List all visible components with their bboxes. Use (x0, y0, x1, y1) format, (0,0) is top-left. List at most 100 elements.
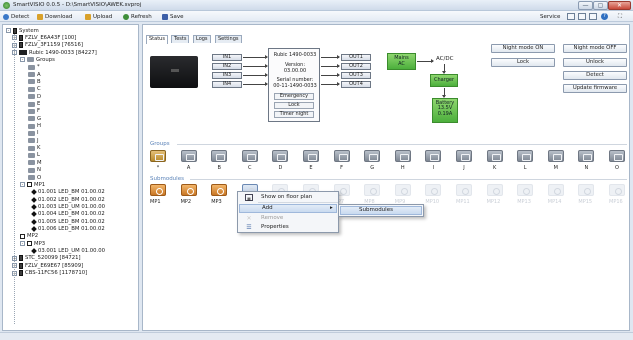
detect-toolbar-button[interactable]: Detect (3, 13, 29, 21)
submodule-button-mp3[interactable] (211, 184, 228, 196)
download-toolbar-button[interactable]: Download (37, 13, 72, 21)
layout-split-icon[interactable] (578, 13, 586, 20)
submodule-button-mp12[interactable] (486, 184, 503, 196)
collapse-icon[interactable]: - (20, 57, 25, 63)
remove-item[interactable]: ✕ Remove (239, 214, 337, 223)
tree-node-c[interactable]: C (28, 86, 41, 93)
upload-toolbar-button[interactable]: Upload (85, 13, 112, 21)
collapse-icon[interactable]: - (20, 241, 25, 247)
tab-settings[interactable]: Settings (215, 35, 242, 43)
tab-status[interactable]: Status (146, 35, 168, 44)
refresh-toolbar-button[interactable]: Refresh (123, 13, 152, 21)
submodule-button-mp15[interactable] (578, 184, 595, 196)
tree-node-rubic-1490-0033-84227[interactable]: - Rubic 1490-0033 [84227] (12, 49, 97, 56)
tree-node-mp3[interactable]: - MP3 (20, 240, 45, 247)
tree-node-star[interactable]: * (28, 64, 40, 71)
tree-node-stc-520099-84721[interactable]: + STC_520099 [84721] (12, 255, 81, 262)
update-firmware-button[interactable]: Update firmware (563, 84, 627, 93)
tree-node-f[interactable]: F (28, 108, 40, 115)
tab-tests[interactable]: Tests (171, 35, 190, 43)
submodule-button-mp13[interactable] (517, 184, 534, 196)
group-button-e[interactable] (303, 150, 319, 162)
lock-button[interactable]: Lock (491, 58, 555, 67)
tree-node-fzlv-e6a43f-100[interactable]: + FZLV_E6A43F [100] (12, 34, 76, 41)
tree-node-01-004-led-bm-01-00-02[interactable]: 01.004 LED_BM 01.00.02 (31, 211, 105, 218)
submodule-button-mp2[interactable] (180, 184, 197, 196)
tree-node-l[interactable]: L (28, 152, 40, 159)
group-button-c[interactable] (241, 150, 258, 162)
tree-node-fzlv-3f1159-76516[interactable]: + FZLV_3F1159 [76516] (12, 42, 83, 49)
tree-node-system[interactable]: - System (6, 27, 39, 34)
group-button-j[interactable] (456, 150, 472, 162)
close-button[interactable]: ✕ (608, 1, 631, 10)
submodule-button-mp14[interactable] (547, 184, 564, 196)
group-button-g[interactable] (364, 150, 381, 162)
tree-node-label: MP2 (27, 233, 39, 240)
submodule-button-mp10[interactable] (425, 184, 442, 196)
tree-node-n[interactable]: N (28, 167, 41, 174)
group-button-n[interactable] (578, 150, 595, 162)
tree-node-01-001-led-bm-01-00-02[interactable]: 01.001 LED_BM 01.00.02 (31, 189, 105, 196)
tree-node-cbs-11fc56-1178710[interactable]: + CBS-11FC56 [1178710] (12, 270, 87, 277)
submodule-button-mp11[interactable] (456, 184, 472, 196)
tree-node-d[interactable]: D (28, 93, 41, 100)
tree-node-mp1[interactable]: - MP1 (20, 181, 45, 188)
night-mode-off-button[interactable]: Night mode OFF (563, 44, 627, 53)
collapse-icon[interactable]: - (6, 28, 11, 33)
show-on-floor-plan-item[interactable]: ▦ Show on floor plan (239, 193, 337, 202)
tab-logs[interactable]: Logs (193, 35, 211, 43)
tree-node-mp2[interactable]: MP2 (20, 233, 38, 240)
tree-node-g[interactable]: G (28, 115, 41, 122)
properties-item[interactable]: ☰ Properties (239, 223, 337, 232)
group-button-b[interactable] (211, 150, 228, 162)
group-button-f[interactable] (333, 150, 350, 162)
add-submodules-item[interactable]: Submodules (340, 206, 422, 215)
group-button-m[interactable] (547, 150, 564, 162)
tree-node-e[interactable]: E (28, 101, 40, 108)
maximize-button[interactable]: ▢ (593, 1, 608, 10)
tree-node-01-002-led-bm-01-00-02[interactable]: 01.002 LED_BM 01.00.02 (31, 196, 105, 203)
add-item[interactable]: Add ▸ (239, 204, 337, 213)
layout-single-icon[interactable] (567, 13, 575, 20)
group-icon (28, 152, 35, 158)
tree-node-i[interactable]: I (28, 130, 39, 137)
submodule-label: MP10 (425, 199, 440, 205)
tree-node-j[interactable]: J (28, 137, 39, 144)
tree-node-o[interactable]: O (28, 174, 41, 181)
tree-node-label: STC_520099 [84721] (25, 255, 81, 262)
save-toolbar-button[interactable]: Save (162, 13, 184, 21)
detect-button[interactable]: Detect (563, 71, 627, 80)
group-button-d[interactable] (272, 150, 289, 162)
tree-node-m[interactable]: M (28, 159, 42, 166)
tree-node-a[interactable]: A (28, 71, 41, 78)
tree-node-groups[interactable]: - Groups (20, 56, 55, 63)
group-button-o[interactable] (609, 150, 625, 162)
collapse-icon[interactable]: - (20, 182, 25, 188)
group-button-l[interactable] (517, 150, 534, 162)
tree-node-01-003-led-um-01-00-00[interactable]: 01.003 LED_UM 01.00.00 (31, 203, 105, 210)
tree-node-fzlv-e69e67-85909[interactable]: + FZLV_E69E67 [85909] (12, 262, 83, 269)
submodule-button-mp1[interactable] (150, 184, 166, 196)
group-button-all[interactable] (150, 150, 166, 162)
night-mode-on-button[interactable]: Night mode ON (491, 44, 555, 53)
tree-node-01-006-led-bm-01-00-02[interactable]: 01.006 LED_BM 01.00.02 (31, 225, 105, 232)
submodule-button-mp8[interactable] (364, 184, 381, 196)
fullscreen-icon[interactable]: ⛶ (615, 13, 625, 20)
tree-node-b[interactable]: B (28, 78, 41, 85)
tree-node-01-005-led-bm-01-00-02[interactable]: 01.005 LED_BM 01.00.02 (31, 218, 105, 225)
layout-full-icon[interactable] (589, 13, 597, 20)
group-button-i[interactable] (425, 150, 442, 162)
submodule-button-mp9[interactable] (394, 184, 411, 196)
tree-node-k[interactable]: K (28, 145, 40, 152)
minimize-button[interactable]: — (578, 1, 593, 10)
tree-node-03-001-led-um-01-00-00[interactable]: 03.001 LED_UM 01.00.00 (31, 248, 105, 255)
tree-node-h[interactable]: H (28, 123, 41, 130)
unlock-button[interactable]: Unlock (563, 58, 627, 67)
submodule-button-mp16[interactable] (609, 184, 625, 196)
group-button-h[interactable] (394, 150, 411, 162)
group-button-a[interactable] (180, 150, 197, 162)
group-button-k[interactable] (486, 150, 503, 162)
led-module-icon (31, 196, 37, 203)
help-icon[interactable]: ? (601, 13, 608, 20)
service-menu[interactable]: Service (540, 13, 560, 21)
